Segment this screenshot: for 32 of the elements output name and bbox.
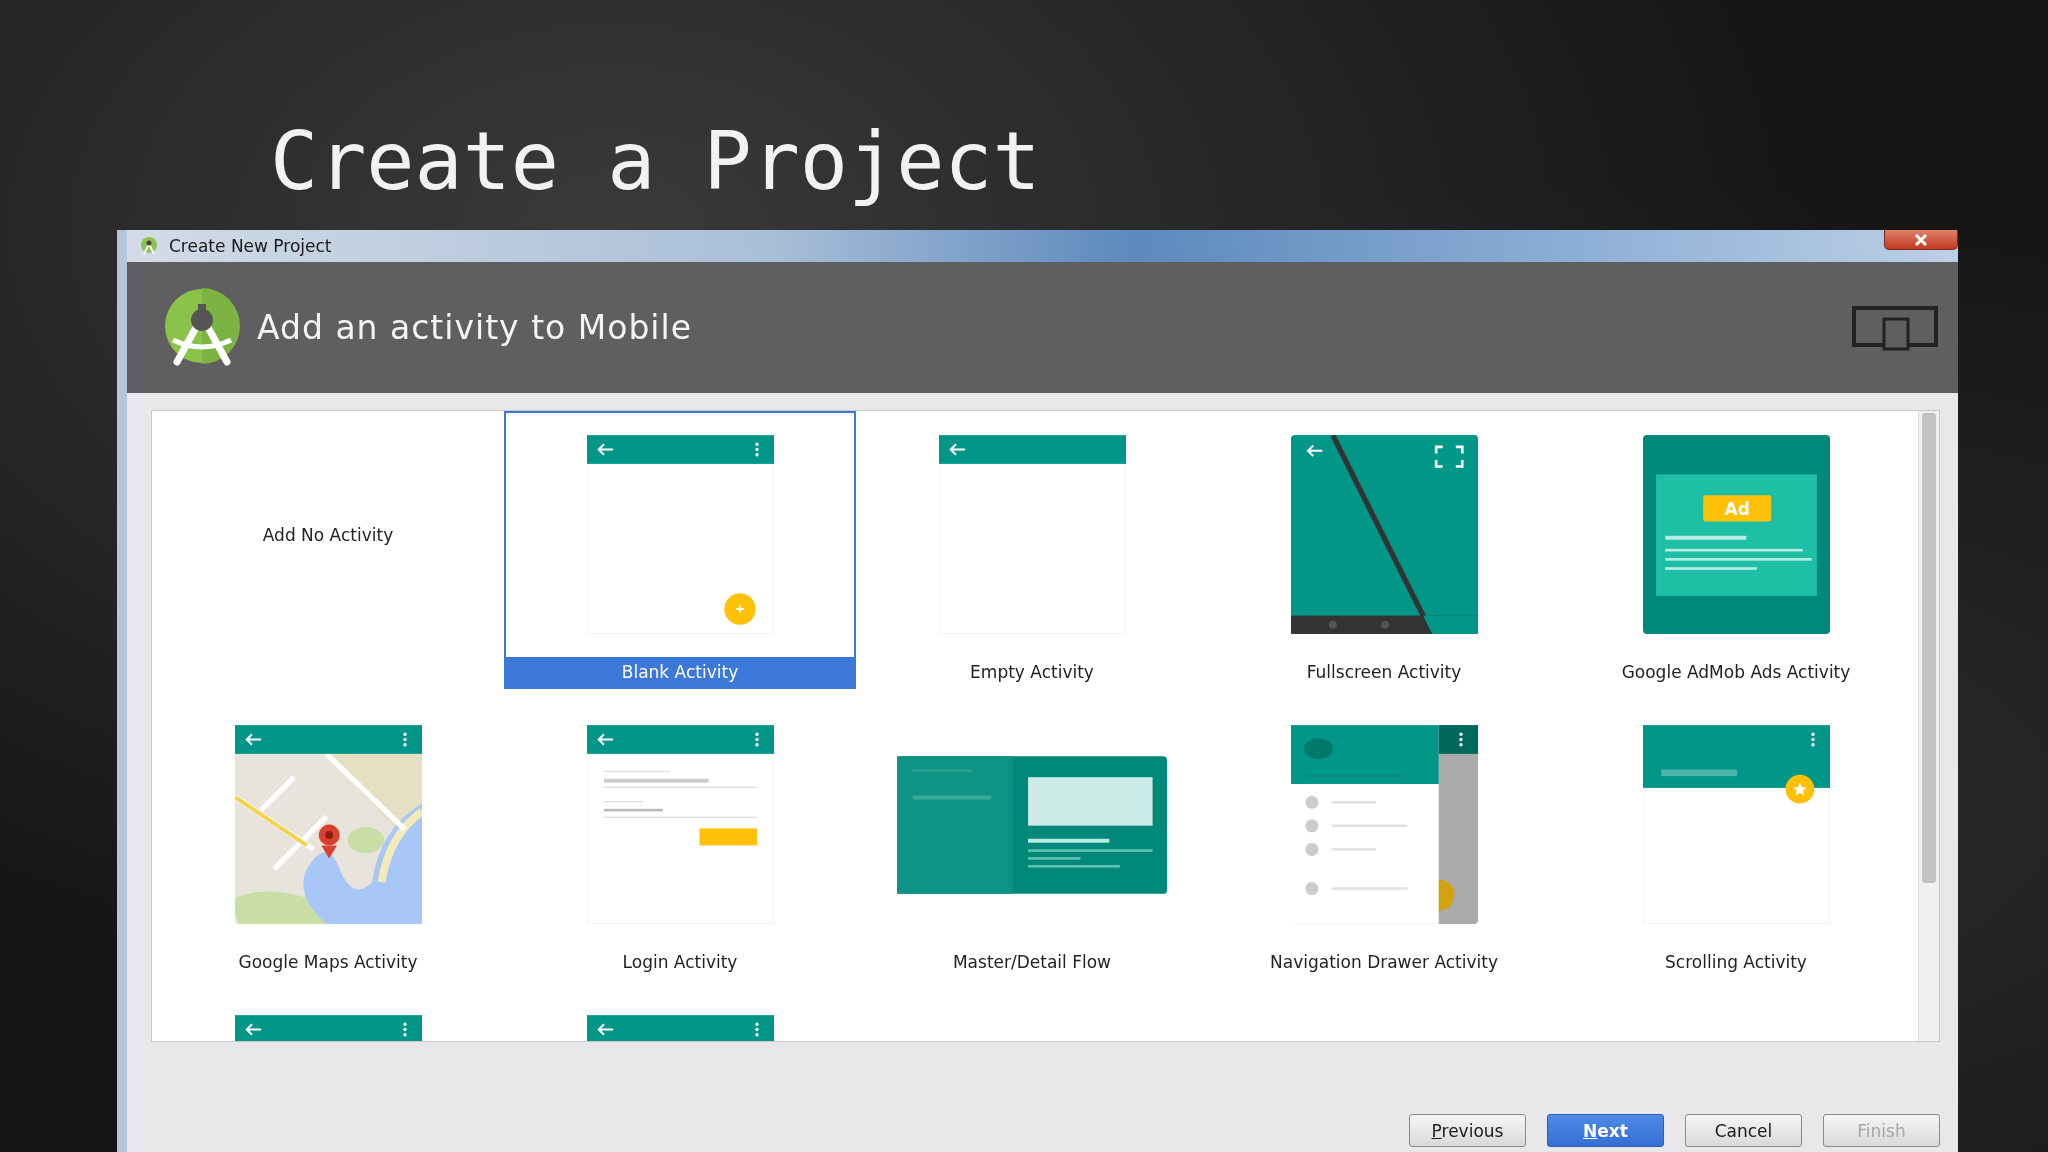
activity-label: Add No Activity <box>262 525 394 545</box>
activity-tile[interactable]: Scrolling Activity <box>1560 701 1912 979</box>
ad-label: Ad <box>1724 498 1750 519</box>
header-title: Add an activity to Mobile <box>257 308 692 347</box>
activity-label: Google AdMob Ads Activity <box>1620 661 1852 684</box>
dialog-button[interactable]: Cancel <box>1685 1114 1802 1147</box>
activity-tile[interactable]: Ad Google AdMob Ads Activity <box>1560 411 1912 689</box>
activity-label: Scrolling Activity <box>1664 951 1808 974</box>
close-button[interactable] <box>1884 230 1958 250</box>
slide-title: Create a Project <box>270 114 1041 210</box>
activity-tile[interactable]: Blank Activity <box>504 411 856 689</box>
activity-tile[interactable]: Login Activity <box>504 701 856 979</box>
activity-label: Fullscreen Activity <box>1305 661 1463 684</box>
activity-label: Google Maps Activity <box>237 951 419 974</box>
scrollbar[interactable] <box>1918 411 1939 1041</box>
android-studio-icon <box>139 237 159 255</box>
activity-tile[interactable]: Fullscreen Activity <box>1208 411 1560 689</box>
device-form-icon <box>1852 304 1938 351</box>
close-icon <box>1913 233 1929 246</box>
activity-label: Navigation Drawer Activity <box>1269 951 1499 974</box>
activity-label: Login Activity <box>621 951 739 974</box>
activity-tile[interactable]: Master/Detail Flow <box>856 701 1208 979</box>
activity-tile[interactable]: Google Maps Activity <box>152 701 504 979</box>
window-title: Create New Project <box>169 236 332 256</box>
activity-tile[interactable]: Empty Activity <box>856 411 1208 689</box>
activity-tile[interactable]: Add No Activity <box>152 411 504 689</box>
activity-label: Empty Activity <box>969 661 1095 684</box>
activity-label: Blank Activity <box>506 657 854 687</box>
dialog-button[interactable]: Previous <box>1409 1114 1526 1147</box>
activity-label: Master/Detail Flow <box>951 951 1113 974</box>
primary-button[interactable]: Next <box>1547 1114 1664 1147</box>
activity-tile[interactable]: Navigation Drawer Activity <box>1208 701 1560 979</box>
